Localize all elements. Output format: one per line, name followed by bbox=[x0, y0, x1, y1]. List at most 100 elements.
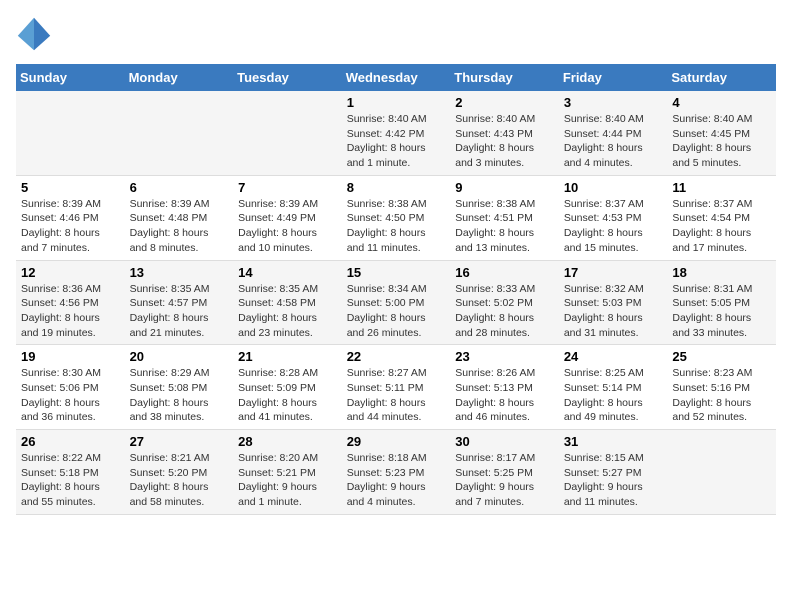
day-number: 22 bbox=[347, 349, 446, 364]
day-number: 31 bbox=[564, 434, 663, 449]
day-info: Sunrise: 8:30 AM Sunset: 5:06 PM Dayligh… bbox=[21, 366, 120, 425]
day-info: Sunrise: 8:39 AM Sunset: 4:46 PM Dayligh… bbox=[21, 197, 120, 256]
day-info: Sunrise: 8:32 AM Sunset: 5:03 PM Dayligh… bbox=[564, 282, 663, 341]
day-number: 19 bbox=[21, 349, 120, 364]
day-cell: 19 Sunrise: 8:30 AM Sunset: 5:06 PM Dayli… bbox=[16, 345, 125, 430]
day-cell: 1 Sunrise: 8:40 AM Sunset: 4:42 PM Daylig… bbox=[342, 91, 451, 175]
day-info: Sunrise: 8:39 AM Sunset: 4:48 PM Dayligh… bbox=[130, 197, 229, 256]
day-cell: 7Sunrise: 8:39 AM Sunset: 4:49 PM Daylig… bbox=[233, 175, 342, 260]
day-cell: 23Sunrise: 8:26 AM Sunset: 5:13 PM Dayli… bbox=[450, 345, 559, 430]
day-number: 28 bbox=[238, 434, 337, 449]
header-cell-friday: Friday bbox=[559, 64, 668, 91]
week-row-1: 5 Sunrise: 8:39 AM Sunset: 4:46 PM Daylig… bbox=[16, 175, 776, 260]
day-number: 2 bbox=[455, 95, 554, 110]
day-cell: 12Sunrise: 8:36 AM Sunset: 4:56 PM Dayli… bbox=[16, 260, 125, 345]
day-cell: 29Sunrise: 8:18 AM Sunset: 5:23 PM Dayli… bbox=[342, 430, 451, 515]
day-cell: 31 Sunrise: 8:15 AM Sunset: 5:27 PM Dayli… bbox=[559, 430, 668, 515]
day-number: 12 bbox=[21, 265, 120, 280]
day-cell: 2 Sunrise: 8:40 AM Sunset: 4:43 PM Daylig… bbox=[450, 91, 559, 175]
header-cell-sunday: Sunday bbox=[16, 64, 125, 91]
day-cell: 9 Sunrise: 8:38 AM Sunset: 4:51 PM Daylig… bbox=[450, 175, 559, 260]
day-info: Sunrise: 8:40 AM Sunset: 4:45 PM Dayligh… bbox=[672, 112, 771, 171]
day-cell: 24 Sunrise: 8:25 AM Sunset: 5:14 PM Dayli… bbox=[559, 345, 668, 430]
day-cell: 21 Sunrise: 8:28 AM Sunset: 5:09 PM Dayli… bbox=[233, 345, 342, 430]
day-cell: 20 Sunrise: 8:29 AM Sunset: 5:08 PM Dayli… bbox=[125, 345, 234, 430]
day-info: Sunrise: 8:28 AM Sunset: 5:09 PM Dayligh… bbox=[238, 366, 337, 425]
day-cell: 22Sunrise: 8:27 AM Sunset: 5:11 PM Dayli… bbox=[342, 345, 451, 430]
day-cell bbox=[667, 430, 776, 515]
day-info: Sunrise: 8:15 AM Sunset: 5:27 PM Dayligh… bbox=[564, 451, 663, 510]
day-info: Sunrise: 8:40 AM Sunset: 4:42 PM Dayligh… bbox=[347, 112, 446, 171]
day-info: Sunrise: 8:20 AM Sunset: 5:21 PM Dayligh… bbox=[238, 451, 337, 510]
day-info: Sunrise: 8:25 AM Sunset: 5:14 PM Dayligh… bbox=[564, 366, 663, 425]
day-cell: 5 Sunrise: 8:39 AM Sunset: 4:46 PM Daylig… bbox=[16, 175, 125, 260]
day-cell: 10Sunrise: 8:37 AM Sunset: 4:53 PM Dayli… bbox=[559, 175, 668, 260]
day-cell: 13 Sunrise: 8:35 AM Sunset: 4:57 PM Dayli… bbox=[125, 260, 234, 345]
header-row: SundayMondayTuesdayWednesdayThursdayFrid… bbox=[16, 64, 776, 91]
day-number: 5 bbox=[21, 180, 120, 195]
calendar-table: SundayMondayTuesdayWednesdayThursdayFrid… bbox=[16, 64, 776, 515]
calendar-header: SundayMondayTuesdayWednesdayThursdayFrid… bbox=[16, 64, 776, 91]
day-number: 18 bbox=[672, 265, 771, 280]
header-cell-monday: Monday bbox=[125, 64, 234, 91]
day-info: Sunrise: 8:37 AM Sunset: 4:53 PM Dayligh… bbox=[564, 197, 663, 256]
day-number: 24 bbox=[564, 349, 663, 364]
day-cell: 4Sunrise: 8:40 AM Sunset: 4:45 PM Daylig… bbox=[667, 91, 776, 175]
day-cell: 11Sunrise: 8:37 AM Sunset: 4:54 PM Dayli… bbox=[667, 175, 776, 260]
day-number: 25 bbox=[672, 349, 771, 364]
day-number: 11 bbox=[672, 180, 771, 195]
day-info: Sunrise: 8:17 AM Sunset: 5:25 PM Dayligh… bbox=[455, 451, 554, 510]
day-info: Sunrise: 8:21 AM Sunset: 5:20 PM Dayligh… bbox=[130, 451, 229, 510]
header-cell-thursday: Thursday bbox=[450, 64, 559, 91]
day-cell: 18 Sunrise: 8:31 AM Sunset: 5:05 PM Dayli… bbox=[667, 260, 776, 345]
day-info: Sunrise: 8:35 AM Sunset: 4:57 PM Dayligh… bbox=[130, 282, 229, 341]
day-cell bbox=[233, 91, 342, 175]
day-number: 26 bbox=[21, 434, 120, 449]
header-cell-tuesday: Tuesday bbox=[233, 64, 342, 91]
day-number: 1 bbox=[347, 95, 446, 110]
day-cell: 3Sunrise: 8:40 AM Sunset: 4:44 PM Daylig… bbox=[559, 91, 668, 175]
day-number: 15 bbox=[347, 265, 446, 280]
day-cell: 15 Sunrise: 8:34 AM Sunset: 5:00 PM Dayli… bbox=[342, 260, 451, 345]
day-cell bbox=[16, 91, 125, 175]
day-number: 20 bbox=[130, 349, 229, 364]
day-number: 30 bbox=[455, 434, 554, 449]
day-info: Sunrise: 8:31 AM Sunset: 5:05 PM Dayligh… bbox=[672, 282, 771, 341]
day-cell: 17Sunrise: 8:32 AM Sunset: 5:03 PM Dayli… bbox=[559, 260, 668, 345]
day-cell: 14 Sunrise: 8:35 AM Sunset: 4:58 PM Dayli… bbox=[233, 260, 342, 345]
day-number: 13 bbox=[130, 265, 229, 280]
header-cell-saturday: Saturday bbox=[667, 64, 776, 91]
day-number: 6 bbox=[130, 180, 229, 195]
day-info: Sunrise: 8:38 AM Sunset: 4:51 PM Dayligh… bbox=[455, 197, 554, 256]
day-cell: 16Sunrise: 8:33 AM Sunset: 5:02 PM Dayli… bbox=[450, 260, 559, 345]
day-cell: 27 Sunrise: 8:21 AM Sunset: 5:20 PM Dayli… bbox=[125, 430, 234, 515]
week-row-2: 12Sunrise: 8:36 AM Sunset: 4:56 PM Dayli… bbox=[16, 260, 776, 345]
logo-icon bbox=[16, 16, 52, 52]
day-info: Sunrise: 8:35 AM Sunset: 4:58 PM Dayligh… bbox=[238, 282, 337, 341]
day-number: 14 bbox=[238, 265, 337, 280]
calendar-body: 1 Sunrise: 8:40 AM Sunset: 4:42 PM Daylig… bbox=[16, 91, 776, 514]
week-row-3: 19 Sunrise: 8:30 AM Sunset: 5:06 PM Dayli… bbox=[16, 345, 776, 430]
day-info: Sunrise: 8:23 AM Sunset: 5:16 PM Dayligh… bbox=[672, 366, 771, 425]
day-cell: 28 Sunrise: 8:20 AM Sunset: 5:21 PM Dayli… bbox=[233, 430, 342, 515]
day-cell bbox=[125, 91, 234, 175]
day-info: Sunrise: 8:38 AM Sunset: 4:50 PM Dayligh… bbox=[347, 197, 446, 256]
day-number: 8 bbox=[347, 180, 446, 195]
day-info: Sunrise: 8:40 AM Sunset: 4:43 PM Dayligh… bbox=[455, 112, 554, 171]
day-info: Sunrise: 8:26 AM Sunset: 5:13 PM Dayligh… bbox=[455, 366, 554, 425]
week-row-0: 1 Sunrise: 8:40 AM Sunset: 4:42 PM Daylig… bbox=[16, 91, 776, 175]
day-info: Sunrise: 8:18 AM Sunset: 5:23 PM Dayligh… bbox=[347, 451, 446, 510]
day-cell: 26 Sunrise: 8:22 AM Sunset: 5:18 PM Dayli… bbox=[16, 430, 125, 515]
day-cell: 30 Sunrise: 8:17 AM Sunset: 5:25 PM Dayli… bbox=[450, 430, 559, 515]
day-cell: 8 Sunrise: 8:38 AM Sunset: 4:50 PM Daylig… bbox=[342, 175, 451, 260]
week-row-4: 26 Sunrise: 8:22 AM Sunset: 5:18 PM Dayli… bbox=[16, 430, 776, 515]
day-info: Sunrise: 8:29 AM Sunset: 5:08 PM Dayligh… bbox=[130, 366, 229, 425]
day-info: Sunrise: 8:34 AM Sunset: 5:00 PM Dayligh… bbox=[347, 282, 446, 341]
day-cell: 25 Sunrise: 8:23 AM Sunset: 5:16 PM Dayli… bbox=[667, 345, 776, 430]
day-number: 21 bbox=[238, 349, 337, 364]
day-number: 27 bbox=[130, 434, 229, 449]
header-cell-wednesday: Wednesday bbox=[342, 64, 451, 91]
logo bbox=[16, 16, 56, 52]
day-info: Sunrise: 8:22 AM Sunset: 5:18 PM Dayligh… bbox=[21, 451, 120, 510]
day-number: 9 bbox=[455, 180, 554, 195]
